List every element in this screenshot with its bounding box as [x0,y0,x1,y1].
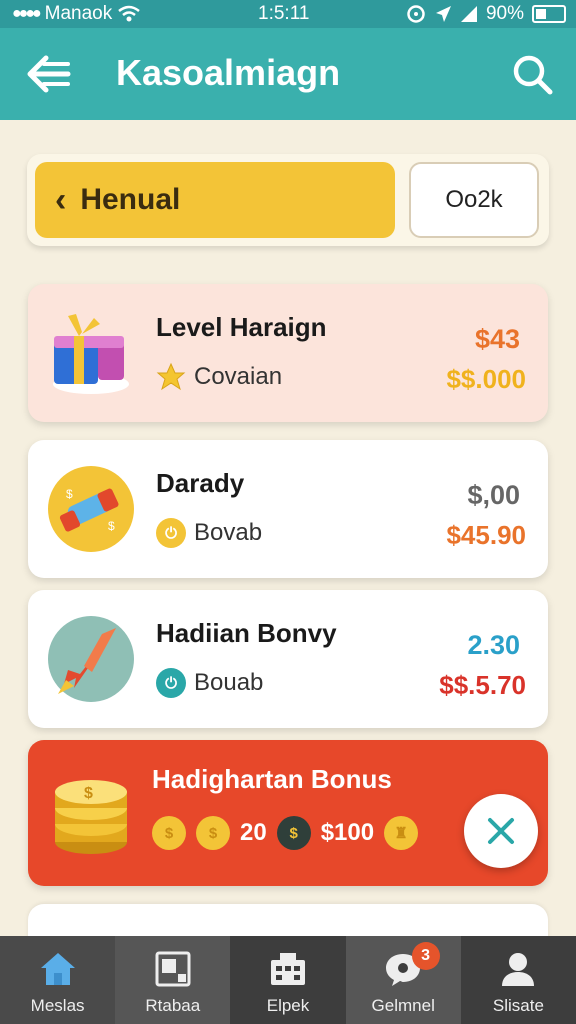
nav-item-profile[interactable]: Slisate [461,936,576,1024]
card-subtitle-text: Bouab [194,669,264,696]
rocket-coin-icon: $ $ [48,466,134,552]
dollar-coin-icon: $ [152,816,186,850]
signal-dots-icon: ●●●● [12,5,42,22]
app-header: Kasoalmiagn [0,28,576,120]
card-value-top: 2.30 [467,630,520,660]
reward-card-1[interactable]: Level Haraign Covaian $43 $$.000 [28,284,548,422]
nav-label: Rtabaa [145,996,201,1015]
notification-badge: 3 [411,942,440,970]
svg-text:$: $ [66,487,73,501]
power-coin-icon: ⏻ [156,518,186,548]
bonus-amount-a: 20 [240,819,267,846]
page-title: Kasoalmiagn [116,52,341,93]
alarm-icon [407,5,425,23]
card-subtitle-text: Covaian [194,363,283,390]
cell-signal-icon [460,6,477,22]
nav-label: Meslas [30,996,85,1015]
card-value-bottom: $$.000 [446,364,526,394]
card-value-top: $43 [474,324,520,354]
battery-icon [532,5,566,23]
bonus-amounts: $ $ 20 $ $100 ♜ [152,816,419,850]
search-icon[interactable] [510,52,554,96]
cards-icon [155,951,191,987]
gift-box-icon [53,314,129,394]
nav-item-grid[interactable]: Elpek [230,936,345,1024]
category-label: Henual [80,183,181,216]
rocket-icon [48,616,134,702]
status-bar: ●●●● Manaok 1:5:11 90% [0,0,576,28]
building-icon [271,953,305,985]
nav-label: Elpek [266,996,310,1015]
location-icon [435,6,451,22]
nav-item-home[interactable]: Meslas [0,936,116,1024]
wifi-icon [118,5,141,22]
card-title: Darady [156,468,245,498]
card-subtitle: ⏻ Bouab [156,668,263,698]
category-selector: ‹ Henual Oo2k [27,154,549,246]
reward-card-2[interactable]: $ $ Darady ⏻ Bovab $,00 $45.90 [28,440,548,578]
dark-coin-icon: $ [276,816,311,850]
user-icon [502,953,535,986]
battery-percent: 90% [485,3,524,24]
card-title: Hadiian Bonvy [156,618,337,648]
nav-label: Slisate [492,996,544,1015]
trophy-coin-icon: ♜ [384,816,419,850]
coin-stack-icon: $ [55,780,127,854]
card-value-bottom: $$.5.70 [439,670,526,700]
clock: 1:5:11 [258,3,310,24]
card-subtitle: Covaian [156,362,282,392]
nav-label: Gelmnel [371,996,435,1015]
bonus-amount-b: $100 [320,819,375,846]
close-button[interactable] [464,794,538,868]
bonus-title: Hadighartan Bonus [152,764,392,794]
power-coin-icon: ⏻ [156,668,186,698]
card-subtitle: ⏻ Bovab [156,518,262,548]
category-dropdown-button[interactable]: ‹ Henual [35,162,395,238]
svg-text:$: $ [84,785,93,802]
card-value-top: $,00 [467,480,520,510]
card-subtitle-text: Bovab [194,519,263,546]
star-icon [156,362,186,391]
secondary-filter-button[interactable]: Oo2k [409,162,539,238]
svg-text:$: $ [108,519,115,533]
secondary-filter-label: Oo2k [445,186,503,213]
reward-card-3[interactable]: Hadiian Bonvy ⏻ Bouab 2.30 $$.5.70 [28,590,548,728]
close-icon [488,818,514,844]
dollar-coin-icon: $ [196,816,230,850]
bonus-card[interactable]: $ Hadighartan Bonus $ $ 20 $ $100 ♜ [28,740,548,886]
card-value-bottom: $45.90 [446,520,526,550]
home-icon [40,953,75,985]
card-title: Level Haraign [156,312,327,342]
back-arrow-icon[interactable] [26,52,72,96]
chevron-left-icon: ‹ [55,180,67,219]
nav-item-messages[interactable]: 3 Gelmnel [345,936,461,1024]
nav-item-cards[interactable]: Rtabaa [115,936,231,1024]
carrier-name: Manaok [44,3,113,24]
bottom-nav: Meslas Rtabaa Elpek 3 Gelmnel Slisate [0,936,576,1024]
